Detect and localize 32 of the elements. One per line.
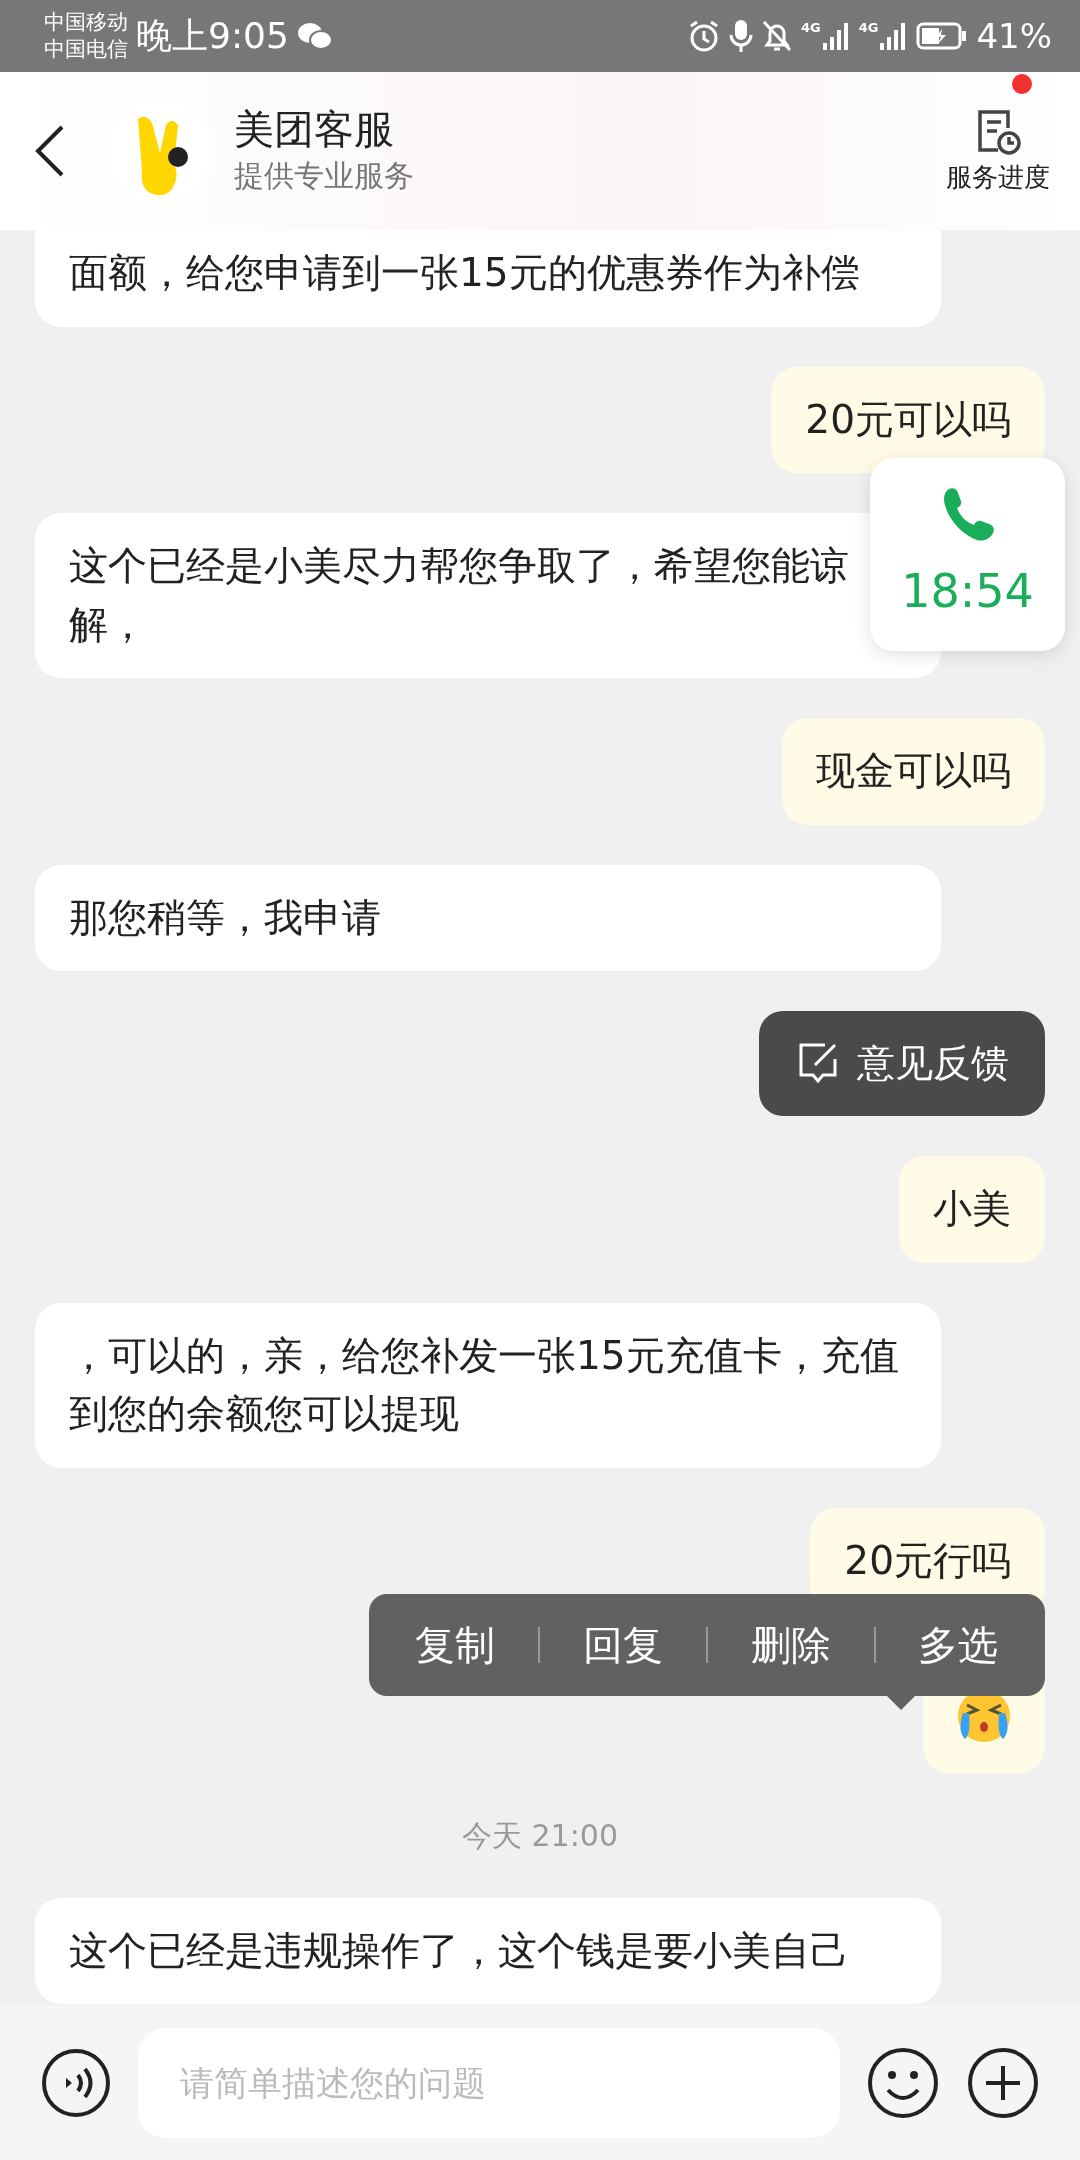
feedback-button[interactable]: 意见反馈 (759, 1011, 1045, 1116)
timestamp: 今天 21:00 (462, 1816, 618, 1855)
battery-icon (916, 21, 969, 51)
emoji-icon[interactable] (866, 2045, 940, 2120)
message-bubble: 20元可以吗 (771, 366, 1045, 473)
menu-item[interactable]: 删除 (740, 1615, 841, 1675)
message-bubble: ，可以的，亲，给您补发一张15元充值卡，充值到您的余额您可以提现 (35, 1302, 941, 1468)
chat-title: 美团客服 (234, 104, 395, 153)
network-type: 4G (858, 21, 879, 34)
call-duration: 18:54 (901, 563, 1034, 620)
carrier-name: 中国移动 (44, 8, 128, 36)
message-bubble: 那您稍等，我申请 (35, 864, 941, 971)
network-type: 4G (801, 21, 821, 34)
chat-subtitle: 提供专业服务 (234, 156, 415, 195)
battery-level: 41% (976, 14, 1052, 58)
menu-item[interactable]: 多选 (908, 1615, 1009, 1675)
service-progress-button[interactable]: 服务进度 (946, 105, 1050, 197)
signal-icon (820, 21, 851, 51)
voice-icon[interactable] (40, 2046, 112, 2119)
microphone-icon (729, 19, 753, 53)
message-bubble: 面额，给您申请到一张15元的优惠券作为补偿 (35, 230, 941, 327)
status-time: 晚上9:05 (136, 14, 289, 58)
add-icon[interactable] (966, 2045, 1040, 2120)
message-bubble: 现金可以吗 (782, 718, 1045, 825)
menu-item[interactable]: 回复 (573, 1615, 674, 1675)
message-bubble: 这个已经是违规操作了，这个钱是要小美自己 (35, 1897, 941, 2004)
chat-bubbles-icon (296, 21, 333, 51)
menu-item[interactable]: 复制 (405, 1615, 506, 1675)
carrier-name: 中国电信 (44, 36, 128, 63)
message-input[interactable]: 请简单描述您的问题 (138, 2027, 840, 2138)
message-bubble: 小美 (899, 1156, 1045, 1263)
muted-bell-icon (761, 19, 793, 53)
